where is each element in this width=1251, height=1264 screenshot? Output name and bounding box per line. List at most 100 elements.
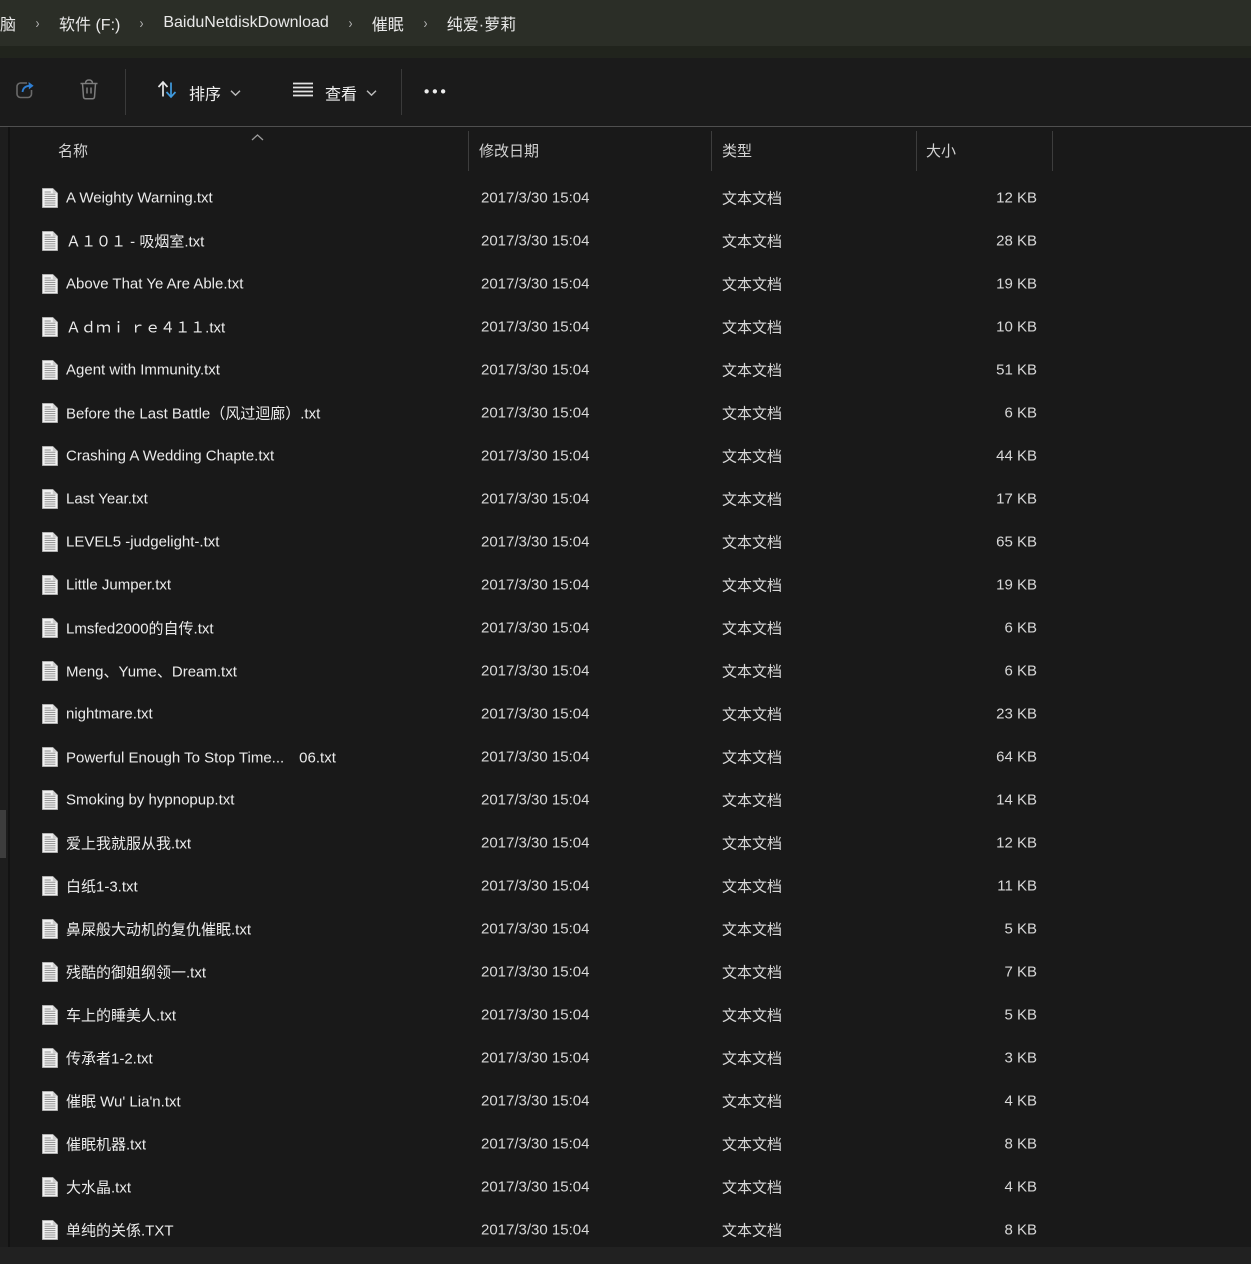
file-row[interactable]: Ａｄｍｉ ｒｅ４１１.txt 2017/3/30 15:04 文本文档 10 K… [0, 305, 1251, 348]
file-row[interactable]: Crashing A Wedding Chapte.txt 2017/3/30 … [0, 434, 1251, 477]
column-header-size[interactable]: 大小 [926, 140, 956, 161]
text-file-icon [42, 661, 58, 681]
file-size: 6 KB [917, 404, 1037, 421]
breadcrumb-item[interactable]: 脑 [0, 8, 23, 38]
file-type: 文本文档 [722, 875, 782, 896]
breadcrumb-item[interactable]: 软件 (F:) [52, 8, 127, 38]
file-type: 文本文档 [722, 1176, 782, 1197]
file-row[interactable]: Above That Ye Are Able.txt 2017/3/30 15:… [0, 262, 1251, 305]
file-type: 文本文档 [722, 961, 782, 982]
file-name: 单纯的关係.TXT [66, 1219, 174, 1240]
file-row[interactable]: Lmsfed2000的自传.txt 2017/3/30 15:04 文本文档 6… [0, 606, 1251, 649]
text-file-icon [42, 1091, 58, 1111]
file-size: 3 KB [917, 1049, 1037, 1066]
file-size: 44 KB [917, 447, 1037, 464]
file-date-modified: 2017/3/30 15:04 [481, 533, 589, 550]
file-size: 8 KB [917, 1135, 1037, 1152]
file-size: 5 KB [917, 920, 1037, 937]
file-name: Ａ１０１ - 吸烟室.txt [66, 230, 204, 251]
share-button[interactable] [6, 71, 44, 114]
file-name: Before the Last Battle（风过迴廊）.txt [66, 402, 320, 423]
file-row[interactable]: 车上的睡美人.txt 2017/3/30 15:04 文本文档 5 KB [0, 993, 1251, 1036]
file-type: 文本文档 [722, 230, 782, 251]
file-row[interactable]: Last Year.txt 2017/3/30 15:04 文本文档 17 KB [0, 477, 1251, 520]
file-name: Last Year.txt [66, 490, 148, 507]
file-date-modified: 2017/3/30 15:04 [481, 275, 589, 292]
file-row[interactable]: Agent with Immunity.txt 2017/3/30 15:04 … [0, 348, 1251, 391]
column-divider[interactable] [916, 131, 917, 171]
breadcrumb-item[interactable]: 催眠 [365, 8, 411, 38]
file-type: 文本文档 [722, 445, 782, 466]
breadcrumb-item[interactable]: 纯爱·萝莉 [440, 8, 523, 38]
file-row[interactable]: Meng、Yume、Dream.txt 2017/3/30 15:04 文本文档… [0, 649, 1251, 692]
file-row[interactable]: 爱上我就服从我.txt 2017/3/30 15:04 文本文档 12 KB [0, 821, 1251, 864]
file-name: 大水晶.txt [66, 1176, 131, 1197]
text-file-icon [42, 360, 58, 380]
column-divider[interactable] [1052, 131, 1053, 171]
file-name: Powerful Enough To Stop Time... 06.txt [66, 746, 336, 767]
file-type: 文本文档 [722, 660, 782, 681]
file-type: 文本文档 [722, 1219, 782, 1240]
file-size: 4 KB [917, 1178, 1037, 1195]
file-row[interactable]: Ａ１０１ - 吸烟室.txt 2017/3/30 15:04 文本文档 28 K… [0, 219, 1251, 262]
file-size: 5 KB [917, 1006, 1037, 1023]
file-date-modified: 2017/3/30 15:04 [481, 834, 589, 851]
file-row[interactable]: Smoking by hypnopup.txt 2017/3/30 15:04 … [0, 778, 1251, 821]
text-file-icon [42, 1005, 58, 1025]
text-file-icon [42, 188, 58, 208]
sort-ascending-icon [251, 128, 264, 146]
file-date-modified: 2017/3/30 15:04 [481, 1049, 589, 1066]
file-row[interactable]: 残酷的御姐纲领一.txt 2017/3/30 15:04 文本文档 7 KB [0, 950, 1251, 993]
file-type: 文本文档 [722, 617, 782, 638]
file-row[interactable]: 大水晶.txt 2017/3/30 15:04 文本文档 4 KB [0, 1165, 1251, 1208]
column-header-date-modified[interactable]: 修改日期 [479, 140, 539, 161]
file-row[interactable]: 单纯的关係.TXT 2017/3/30 15:04 文本文档 8 KB [0, 1208, 1251, 1247]
file-row[interactable]: LEVEL5 -judgelight-.txt 2017/3/30 15:04 … [0, 520, 1251, 563]
text-file-icon [42, 704, 58, 724]
file-date-modified: 2017/3/30 15:04 [481, 1178, 589, 1195]
file-date-modified: 2017/3/30 15:04 [481, 791, 589, 808]
file-row[interactable]: 催眠 Wu' Lia'n.txt 2017/3/30 15:04 文本文档 4 … [0, 1079, 1251, 1122]
column-header-name[interactable]: 名称 [58, 140, 88, 161]
column-divider[interactable] [711, 131, 712, 171]
text-file-icon [42, 1134, 58, 1154]
breadcrumb: 脑 › 软件 (F:) › BaiduNetdiskDownload › 催眠 … [0, 0, 1251, 46]
file-row[interactable]: Powerful Enough To Stop Time... 06.txt 2… [0, 735, 1251, 778]
more-options-button[interactable]: ••• [418, 78, 455, 107]
file-row[interactable]: A Weighty Warning.txt 2017/3/30 15:04 文本… [0, 176, 1251, 219]
trash-icon [76, 77, 102, 108]
file-name: Smoking by hypnopup.txt [66, 791, 234, 808]
file-type: 文本文档 [722, 488, 782, 509]
file-row[interactable]: nightmare.txt 2017/3/30 15:04 文本文档 23 KB [0, 692, 1251, 735]
text-file-icon [42, 876, 58, 896]
delete-button[interactable] [70, 71, 108, 114]
sort-button[interactable]: 排序 [148, 71, 247, 114]
file-date-modified: 2017/3/30 15:04 [481, 877, 589, 894]
column-header-type[interactable]: 类型 [722, 140, 752, 161]
file-type: 文本文档 [722, 832, 782, 853]
file-date-modified: 2017/3/30 15:04 [481, 447, 589, 464]
file-type: 文本文档 [722, 359, 782, 380]
file-row[interactable]: 白纸1-3.txt 2017/3/30 15:04 文本文档 11 KB [0, 864, 1251, 907]
file-date-modified: 2017/3/30 15:04 [481, 748, 589, 765]
file-type: 文本文档 [722, 789, 782, 810]
file-type: 文本文档 [722, 273, 782, 294]
file-row[interactable]: 传承者1-2.txt 2017/3/30 15:04 文本文档 3 KB [0, 1036, 1251, 1079]
file-row[interactable]: 鼻屎般大动机的复仇催眠.txt 2017/3/30 15:04 文本文档 5 K… [0, 907, 1251, 950]
scrollbar-track[interactable] [0, 127, 10, 1247]
file-date-modified: 2017/3/30 15:04 [481, 404, 589, 421]
breadcrumb-item[interactable]: BaiduNetdiskDownload [156, 11, 335, 35]
scrollbar-thumb[interactable] [0, 810, 6, 858]
file-row[interactable]: 催眠机器.txt 2017/3/30 15:04 文本文档 8 KB [0, 1122, 1251, 1165]
chevron-down-icon [366, 83, 377, 101]
view-button[interactable]: 查看 [284, 71, 383, 114]
file-name: Little Jumper.txt [66, 576, 171, 593]
column-divider[interactable] [468, 131, 469, 171]
window-divider [0, 46, 1251, 58]
file-type: 文本文档 [722, 531, 782, 552]
text-file-icon [42, 317, 58, 337]
file-row[interactable]: Before the Last Battle（风过迴廊）.txt 2017/3/… [0, 391, 1251, 434]
text-file-icon [42, 962, 58, 982]
breadcrumb-separator-icon: › [36, 15, 40, 32]
file-row[interactable]: Little Jumper.txt 2017/3/30 15:04 文本文档 1… [0, 563, 1251, 606]
